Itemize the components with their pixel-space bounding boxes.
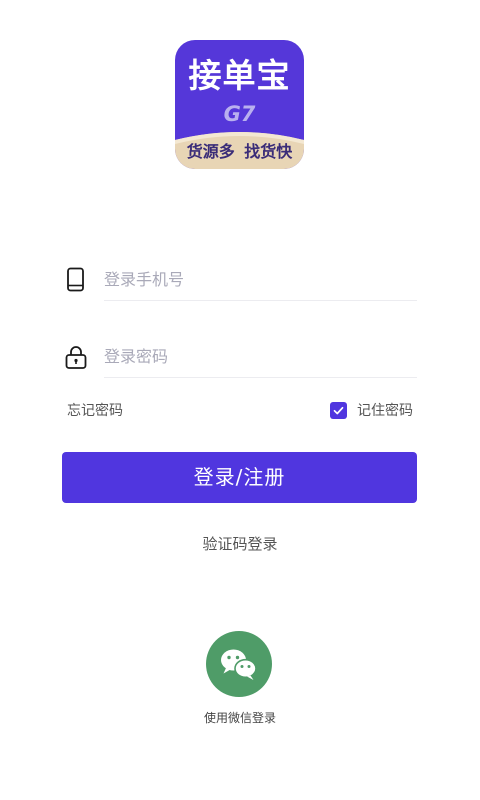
password-underline [104, 377, 417, 378]
password-field-row [62, 337, 417, 381]
checkbox-checked-icon[interactable] [330, 402, 347, 419]
wechat-login-label: 使用微信登录 [203, 711, 276, 725]
phone-icon [62, 266, 90, 294]
sms-code-login-link[interactable]: 验证码登录 [202, 535, 277, 553]
wechat-login-button[interactable] [206, 631, 272, 697]
login-screen: 接单宝 G7 货源多 找货快 忘记密码 [0, 0, 480, 800]
logo-slogan: 货源多 找货快 [186, 142, 293, 161]
logo-title: 接单宝 [188, 56, 291, 95]
forgot-password-link[interactable]: 忘记密码 [67, 402, 123, 420]
login-register-button[interactable]: 登录/注册 [62, 452, 417, 503]
phone-field-row [62, 260, 417, 304]
lock-icon [62, 343, 90, 371]
wechat-icon [221, 649, 257, 680]
remember-password-label: 记住密码 [357, 403, 413, 419]
logo-subtitle: G7 [223, 102, 256, 126]
sms-login-row: 验证码登录 [0, 534, 480, 554]
app-logo: 接单宝 G7 货源多 找货快 [175, 40, 304, 169]
password-input[interactable] [104, 339, 414, 373]
phone-input[interactable] [104, 262, 414, 296]
phone-underline [104, 300, 417, 301]
